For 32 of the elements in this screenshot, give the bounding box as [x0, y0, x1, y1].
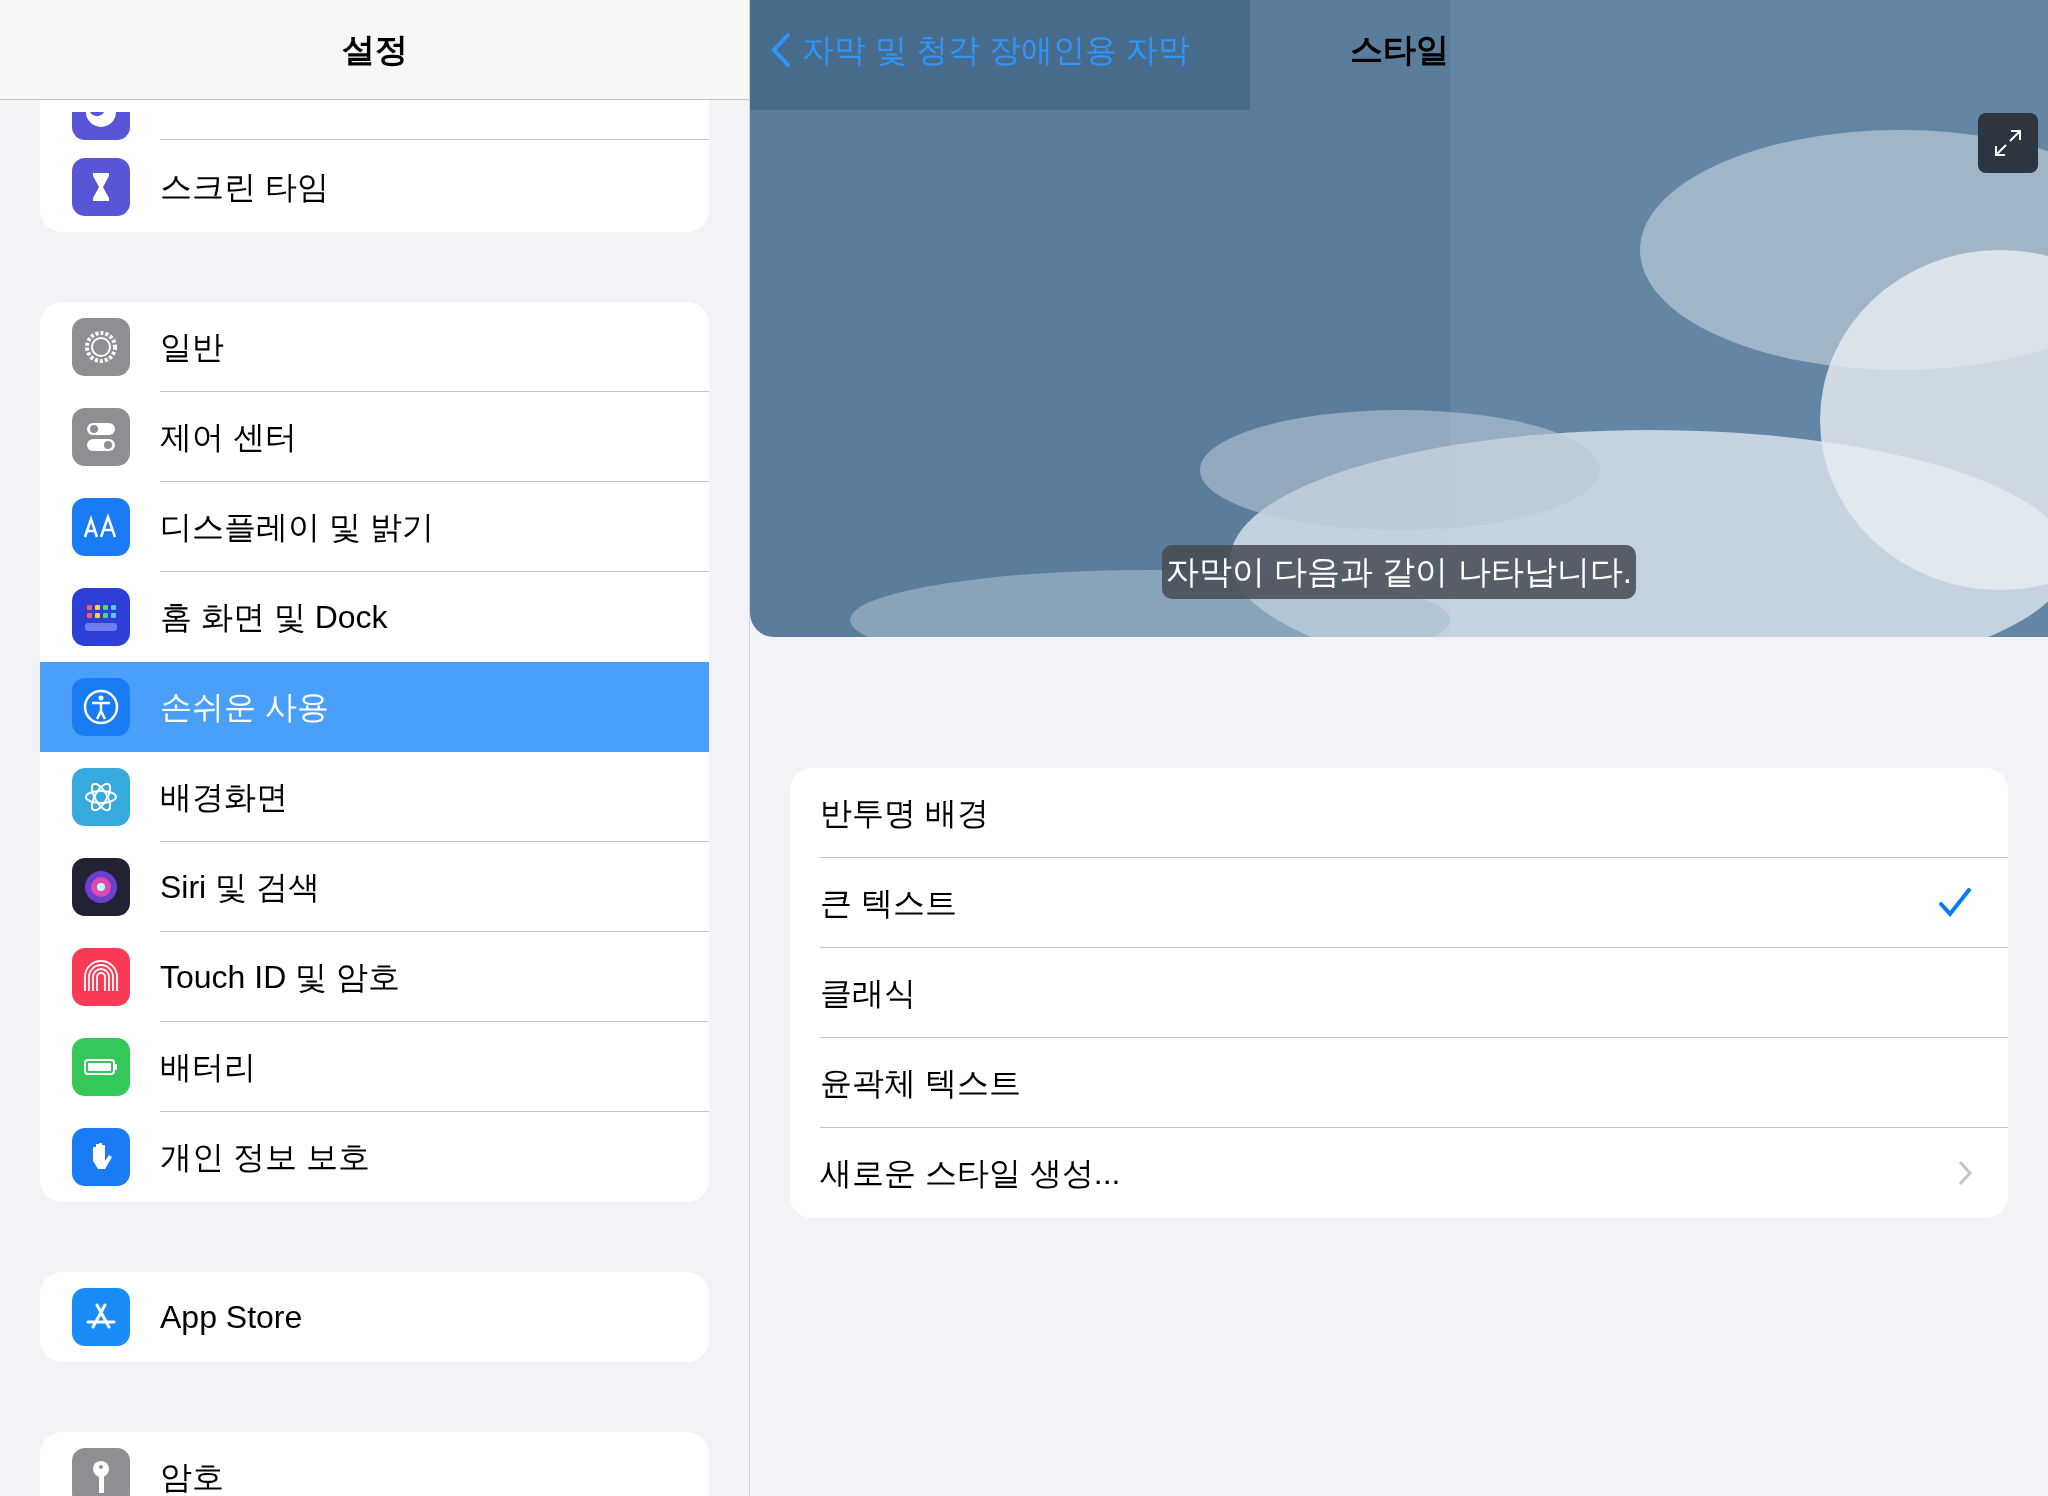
style-option[interactable]: 클래식: [790, 948, 2008, 1038]
chevron-right-icon: [1958, 1160, 1972, 1186]
row-label: App Store: [160, 1298, 303, 1337]
sidebar-title: 설정: [341, 29, 408, 70]
style-option[interactable]: 윤곽체 텍스트: [790, 1038, 2008, 1128]
row-label: 암호: [160, 1458, 224, 1496]
row-label: 배경화면: [160, 777, 288, 817]
accessibility-icon: [81, 687, 121, 727]
row-label: 개인 정보 보호: [160, 1138, 370, 1177]
row-label: 디스플레이 및 밝기: [160, 507, 434, 547]
row-label: Siri 및 검색: [160, 867, 320, 907]
row-label: 일반: [160, 327, 224, 367]
row-label: Touch ID 및 암호: [160, 957, 401, 997]
expand-button[interactable]: [1978, 113, 2038, 173]
row-label: 제어 센터: [160, 417, 297, 457]
moon-icon: [86, 112, 116, 128]
row-label: 손쉬운 사용: [160, 688, 329, 727]
option-label: 클래식: [820, 973, 917, 1013]
back-chevron-icon: [770, 32, 792, 68]
row-label: 배터리: [160, 1047, 256, 1087]
option-label: 큰 텍스트: [820, 883, 958, 923]
style-option[interactable]: 반투명 배경: [790, 768, 2008, 858]
row-label: 스크린 타임: [160, 168, 329, 207]
expand-icon: [1992, 127, 2024, 159]
option-label: 반투명 배경: [820, 793, 990, 833]
row-label: 홈 화면 및 Dock: [160, 598, 388, 637]
style-option[interactable]: 새로운 스타일 생성...: [790, 1128, 2008, 1218]
page-title: 스타일: [1349, 30, 1449, 71]
option-label: 새로운 스타일 생성...: [820, 1154, 1122, 1193]
caption-sample: 자막이 다음과 같이 나타납니다.: [1162, 545, 1636, 599]
option-label: 윤곽체 텍스트: [820, 1063, 1022, 1103]
style-option[interactable]: 큰 텍스트: [790, 858, 2008, 948]
